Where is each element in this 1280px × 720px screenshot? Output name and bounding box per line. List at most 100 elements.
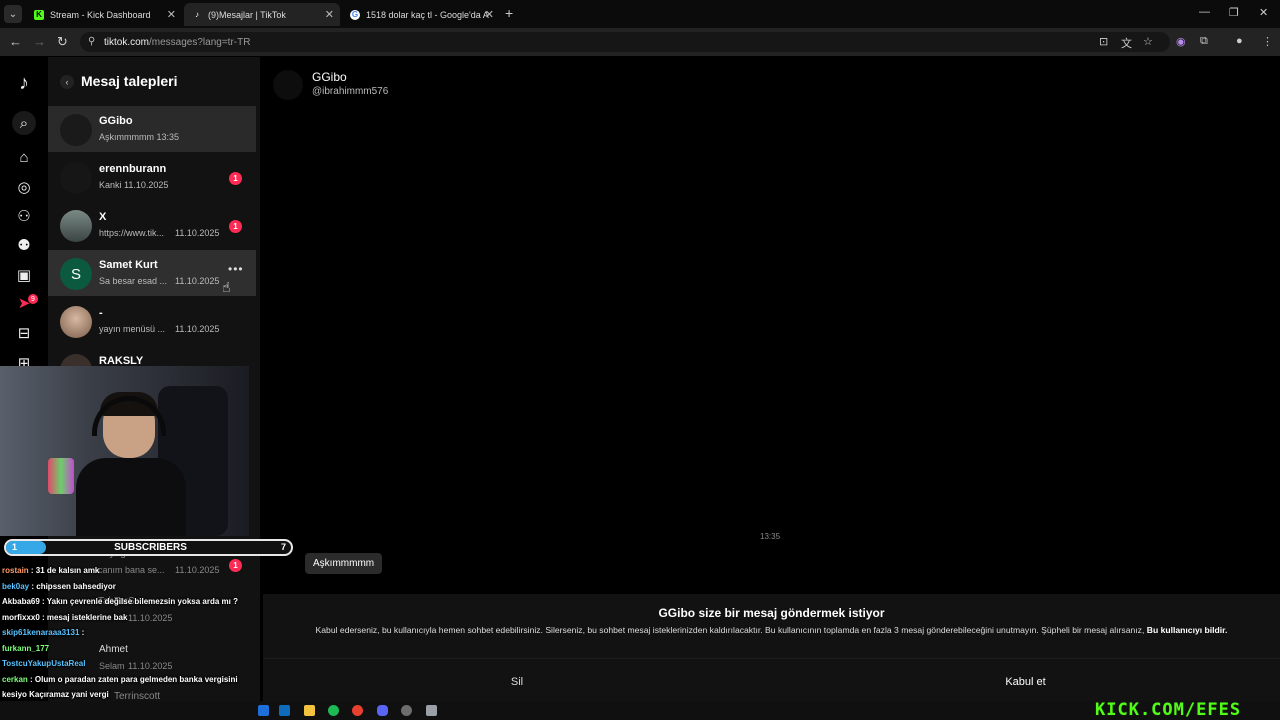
webcam-person-body: [76, 458, 186, 536]
request-preview: Sa besar esad ...: [99, 276, 168, 286]
home-icon[interactable]: ⌂: [12, 145, 36, 169]
tab-title: (9)Mesajlar | TikTok: [208, 9, 286, 20]
stream-chat-message: morfixxx0 : mesaj isteklerine bak: [2, 613, 127, 622]
chat-username: TostcuYakupUstaReal: [2, 659, 86, 668]
stream-chat-message: furkann_177: [2, 644, 49, 653]
restore-icon[interactable]: ❐: [1229, 6, 1239, 19]
chat-username: bek0ay: [2, 581, 30, 591]
delete-button[interactable]: Sil: [263, 659, 771, 704]
chat-text: :: [79, 628, 85, 637]
request-date: 11.10.2025: [175, 276, 220, 286]
rgb-light: [48, 458, 74, 494]
profile-avatar[interactable]: ●: [1236, 35, 1243, 47]
chat-username: furkann_177: [2, 643, 50, 653]
extensions-puzzle-icon[interactable]: ⧉: [1200, 35, 1208, 48]
request-name: Samet Kurt: [99, 259, 158, 271]
avatar: [60, 162, 92, 194]
request-preview: https://www.tik...: [99, 228, 165, 238]
request-description-text: Kabul ederseniz, bu kullanıcıyla hemen s…: [315, 625, 1145, 635]
request-preview: Kanki 11.10.2025: [99, 180, 168, 190]
close-icon[interactable]: ✕: [325, 8, 334, 21]
request-item-erennburann[interactable]: erennburann Kanki 11.10.2025 1: [48, 154, 256, 200]
subscriber-goal: 7: [280, 542, 286, 552]
window-close-icon[interactable]: ✕: [1259, 6, 1268, 19]
subscriber-label: SUBSCRIBERS: [114, 542, 187, 553]
request-date: 11.10.2025: [175, 565, 220, 575]
chat-text: kesiyo Kaçıramaz yani vergi: [2, 690, 109, 699]
close-icon[interactable]: ✕: [167, 8, 176, 21]
message-timestamp: 13:35: [760, 532, 781, 541]
new-tab-icon[interactable]: +: [505, 5, 513, 21]
stream-chat-message: cerkan : Olum o paradan zaten para gelme…: [2, 675, 238, 684]
preview-text: Kanki: [99, 180, 122, 190]
menu-dots-icon[interactable]: ⋮: [1262, 35, 1273, 48]
unread-badge: 1: [229, 172, 242, 185]
explore-icon[interactable]: ◎: [12, 175, 36, 199]
tab-google-search[interactable]: G 1518 dolar kaç tl - Google'da A ✕: [342, 3, 500, 26]
chat-username: rostain: [2, 566, 29, 575]
following-icon[interactable]: ⚇: [12, 204, 36, 228]
request-item-x[interactable]: X https://www.tik... 11.10.2025 1: [48, 202, 256, 248]
request-description: Kabul ederseniz, bu kullanıcıyla hemen s…: [297, 624, 1246, 636]
extension-icon[interactable]: ◉: [1176, 35, 1186, 48]
tab-tiktok-messages[interactable]: ♪ (9)Mesajlar | TikTok ✕: [184, 3, 340, 26]
notepad-icon[interactable]: [426, 705, 437, 716]
url-input[interactable]: ⚲ tiktok.com/messages?lang=tr-TR: [80, 32, 1170, 52]
install-app-icon[interactable]: ⊡: [1099, 35, 1108, 48]
file-explorer-icon[interactable]: [258, 705, 269, 716]
request-preview: Aşkımmmmm 13:35: [99, 132, 179, 142]
notification-badge: 9: [28, 294, 38, 304]
kick-watermark: KICK.COM/EFES: [1095, 700, 1242, 720]
panel-header: ‹ Mesaj talepleri: [48, 57, 260, 105]
messages-icon[interactable]: ⊟: [12, 321, 36, 345]
address-bar-row: ← → ↻ ⚲ tiktok.com/messages?lang=tr-TR ⊡…: [0, 28, 1280, 56]
back-button[interactable]: ‹: [60, 75, 74, 89]
request-date: 11.10.2025: [175, 324, 220, 334]
message-request-box: GGibo size bir mesaj göndermek istiyor K…: [263, 594, 1280, 717]
windows-taskbar: [0, 701, 1280, 720]
spotify-icon[interactable]: [328, 705, 339, 716]
live-icon[interactable]: ▣: [12, 263, 36, 287]
minimize-icon[interactable]: —: [1199, 6, 1210, 18]
accept-button[interactable]: Kabul et: [771, 659, 1280, 704]
request-title: GGibo size bir mesaj göndermek istiyor: [658, 606, 885, 620]
avatar[interactable]: [273, 70, 303, 100]
tab-title: Stream - Kick Dashboard: [50, 9, 151, 20]
request-name: X: [99, 211, 107, 223]
chat-text: : 31 de kalsın amk: [28, 566, 100, 575]
kick-favicon-icon: K: [34, 9, 44, 20]
outlook-icon[interactable]: [279, 705, 290, 716]
friends-icon[interactable]: ⚉: [12, 233, 36, 257]
forward-arrow-icon[interactable]: →: [33, 34, 46, 49]
url-path: /messages?lang=tr-TR: [149, 36, 251, 48]
chat-text: : Yakın çevrenle değilse bilemezsin yoks…: [39, 597, 238, 606]
folder-icon[interactable]: [304, 705, 315, 716]
reload-icon[interactable]: ↻: [57, 34, 68, 50]
webcam-overlay: [0, 366, 249, 536]
request-name: GGibo: [99, 115, 133, 127]
request-item-ggibo[interactable]: GGibo Aşkımmmmm 13:35: [48, 106, 256, 152]
more-options-button[interactable]: •••: [228, 262, 244, 276]
chrome-icon[interactable]: [352, 705, 363, 716]
discord-icon[interactable]: [377, 705, 388, 716]
translate-icon[interactable]: 文: [1121, 35, 1132, 51]
chat-contact-name[interactable]: GGibo: [312, 70, 347, 84]
preview-text: Aşkımmmmm: [99, 132, 154, 142]
report-user-link[interactable]: Bu kullanıcıyı bildir.: [1147, 625, 1228, 635]
back-arrow-icon[interactable]: ←: [9, 34, 22, 49]
request-item-dash[interactable]: - yayın menüsü ... 11.10.2025: [48, 298, 256, 344]
obs-icon[interactable]: [401, 705, 412, 716]
chat-contact-username[interactable]: @ibrahimmm576: [312, 86, 388, 97]
search-icon[interactable]: ⌕: [12, 111, 36, 135]
request-date: 11.10.2025: [124, 180, 169, 190]
avatar: [60, 210, 92, 242]
avatar: S: [60, 258, 92, 290]
tiktok-logo-icon[interactable]: ♪: [12, 71, 36, 95]
chat-username: cerkan: [2, 674, 28, 684]
tab-search-icon[interactable]: ⌄: [4, 5, 22, 23]
tab-kick-dashboard[interactable]: K Stream - Kick Dashboard ✕: [26, 3, 182, 26]
site-info-icon[interactable]: ⚲: [88, 36, 95, 47]
tab-title: 1518 dolar kaç tl - Google'da A: [366, 9, 489, 20]
close-icon[interactable]: ✕: [485, 8, 494, 21]
bookmark-star-icon[interactable]: ☆: [1143, 35, 1153, 48]
